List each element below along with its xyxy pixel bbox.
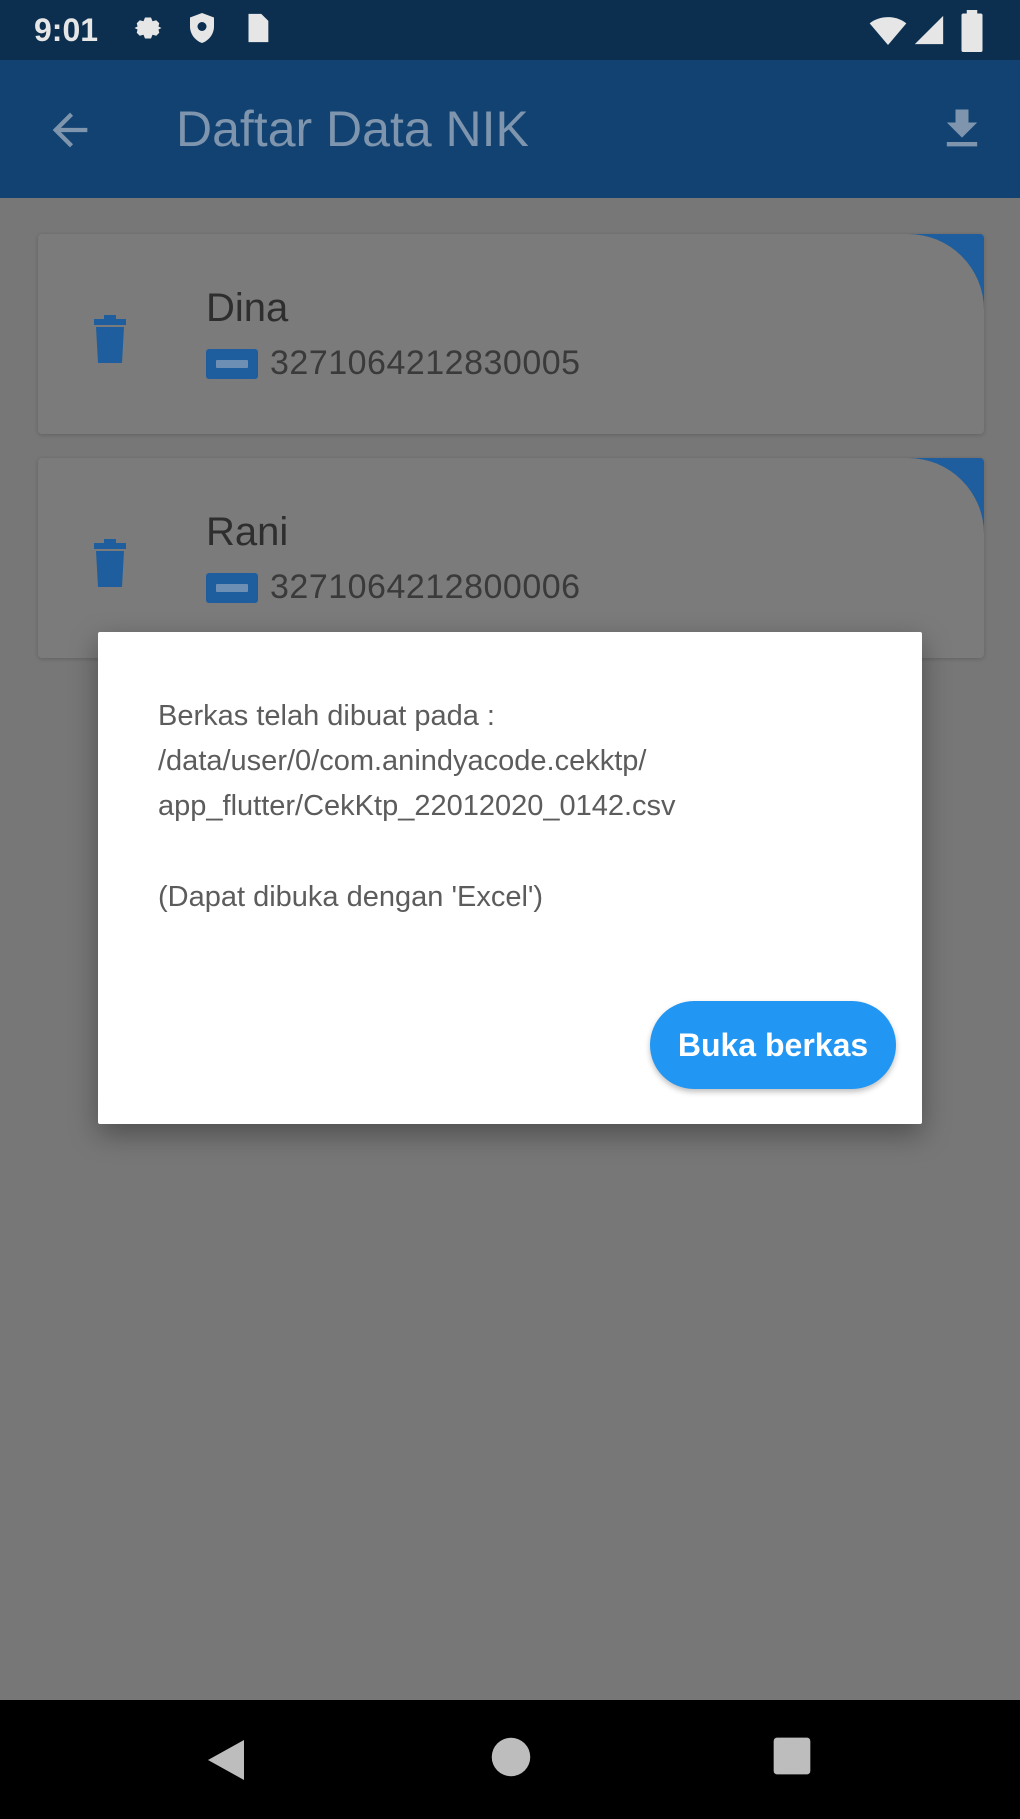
id-card-icon — [206, 572, 258, 603]
signal-icon — [914, 15, 944, 45]
dialog-line-1: Berkas telah dibuat pada : — [158, 700, 495, 732]
status-time: 9:01 — [34, 12, 99, 48]
nik-row: 3271064212800006 — [206, 568, 581, 607]
sim-card-icon — [248, 13, 269, 43]
arrow-back-icon[interactable] — [44, 104, 96, 156]
id-card-icon — [206, 348, 258, 379]
dialog-hint: (Dapat dibuka dengan 'Excel') — [158, 881, 544, 913]
list-item[interactable]: Dina 3271064212830005 — [38, 234, 984, 434]
back-triangle-icon[interactable] — [204, 1736, 248, 1784]
page-title: Daftar Data NIK — [176, 101, 529, 157]
home-circle-icon[interactable] — [490, 1736, 532, 1778]
file-created-dialog: Berkas telah dibuat pada : /data/user/0/… — [98, 632, 922, 1124]
item-name: Rani — [206, 510, 289, 554]
recents-square-icon[interactable] — [772, 1736, 812, 1776]
trash-icon[interactable] — [90, 314, 130, 364]
item-nik: 3271064212800006 — [270, 568, 581, 606]
dialog-message: Berkas telah dibuat pada : /data/user/0/… — [158, 694, 878, 920]
shield-icon — [190, 13, 214, 43]
open-file-button[interactable]: Buka berkas — [650, 1001, 896, 1089]
item-name: Dina — [206, 286, 289, 330]
app-bar: Daftar Data NIK — [0, 60, 1020, 198]
navigation-bar — [0, 1700, 1020, 1819]
dialog-line-3: app_flutter/CekKtp_22012020_0142.csv — [158, 790, 676, 822]
gear-icon — [134, 17, 162, 39]
item-nik: 3271064212830005 — [270, 344, 581, 382]
dialog-line-2: /data/user/0/com.anindyacode.cekktp/ — [158, 745, 647, 777]
battery-icon — [961, 10, 983, 52]
nik-row: 3271064212830005 — [206, 344, 581, 383]
list-item[interactable]: Rani 3271064212800006 — [38, 458, 984, 658]
download-icon[interactable] — [936, 100, 988, 158]
status-bar: 9:01 — [0, 0, 1020, 60]
trash-icon[interactable] — [90, 538, 130, 588]
wifi-icon — [869, 17, 907, 45]
